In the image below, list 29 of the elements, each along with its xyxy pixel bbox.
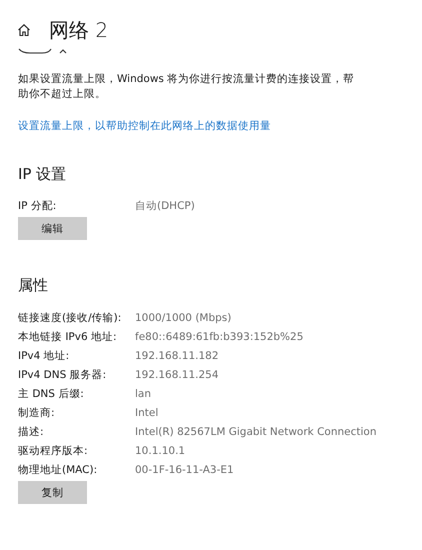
property-label: 描述:: [18, 424, 45, 438]
set-limit-link[interactable]: 设置流量上限，以帮助控制在此网络上的数据使用量: [18, 119, 404, 133]
property-value: 00-1F-16-11-A3-E1: [135, 464, 234, 476]
property-value: lan: [135, 388, 152, 400]
property-label: IPv4 DNS 服务器:: [18, 368, 108, 382]
property-value: 192.168.11.182: [135, 350, 218, 362]
property-value: Intel(R) 82567LM Gigabit Network Connection: [135, 426, 376, 438]
description-text: 如果设置流量上限，Windows 将为你进行按流量计费的连接设置，帮助你不超过上限。: [18, 72, 356, 102]
property-value: Intel: [135, 406, 158, 418]
property-value: fe80::6489:61fb:b393:152b%25: [135, 330, 304, 342]
section-heading: IP 设置: [18, 165, 68, 184]
property-label: 制造商:: [18, 406, 56, 420]
field-label: IP 分配:: [18, 198, 58, 212]
field-value: 自动(DHCP): [135, 198, 195, 212]
page-title: 网络 2: [49, 16, 108, 44]
property-label: 主 DNS 后缀:: [18, 386, 85, 400]
edit-button[interactable]: 编辑: [18, 217, 87, 240]
property-label: 本地链接 IPv6 地址:: [18, 330, 118, 344]
property-label: 链接速度(接收/传输):: [18, 310, 122, 324]
property-label: 物理地址(MAC):: [18, 462, 98, 476]
section-heading: 属性: [18, 276, 49, 295]
property-value: 1000/1000 (Mbps): [135, 312, 232, 324]
home-icon[interactable]: [17, 23, 31, 37]
partial-toggle-drawing: [18, 48, 68, 56]
property-value: 192.168.11.254: [135, 368, 218, 380]
property-label: IPv4 地址:: [18, 348, 70, 362]
property-value: 10.1.10.1: [135, 444, 186, 456]
copy-button[interactable]: 复制: [18, 481, 87, 504]
property-label: 驱动程序版本:: [18, 444, 89, 458]
